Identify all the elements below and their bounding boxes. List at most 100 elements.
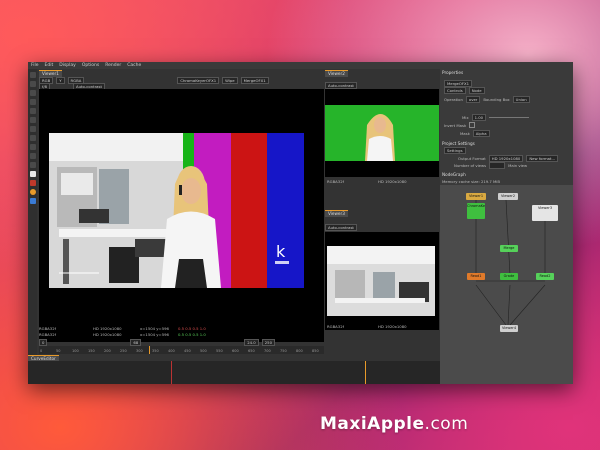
- viewer3-controls: Auto-contrast: [325, 223, 357, 231]
- other-tool-icon[interactable]: [29, 162, 36, 168]
- node-read1[interactable]: Read1: [467, 273, 485, 280]
- menu-display[interactable]: Display: [59, 62, 76, 69]
- transform-tool-icon[interactable]: [29, 144, 36, 150]
- watermark-tld: .com: [424, 414, 469, 434]
- node-chromakey[interactable]: ChromaKey: [467, 203, 485, 219]
- operation-row: Operation over Bounding Box Union: [444, 95, 530, 103]
- curve-editor-panel[interactable]: [28, 361, 440, 384]
- ruler-label: 350: [152, 349, 159, 353]
- viewer2-format: RGBA32f: [327, 179, 344, 184]
- tab-viewer3[interactable]: Viewer3: [325, 210, 348, 217]
- ruler-label: 450: [184, 349, 191, 353]
- ruler-label: 100: [72, 349, 79, 353]
- views-field[interactable]: [489, 161, 506, 169]
- node-read2[interactable]: Read2: [536, 273, 554, 280]
- right-panel: Properties MergeOFX1 Controls Node Opera…: [440, 69, 573, 384]
- paint-tool-icon[interactable]: [29, 81, 36, 87]
- viewer1-res-bottom: HD 1920x1080: [93, 332, 122, 337]
- ruler-label: 750: [280, 349, 287, 353]
- mix-field[interactable]: 1.00: [471, 113, 487, 121]
- ruler-label: 400: [168, 349, 175, 353]
- menu-options[interactable]: Options: [82, 62, 99, 69]
- invert-mask-checkbox[interactable]: [469, 122, 476, 128]
- viewer2-controls: Auto-contrast: [325, 81, 357, 89]
- operation-select[interactable]: over: [465, 95, 481, 103]
- channel-tool-icon[interactable]: [29, 99, 36, 105]
- filter-tool-icon[interactable]: [29, 117, 36, 123]
- viewer1-input-b[interactable]: MergeOFX1: [240, 76, 269, 84]
- viewer2-canvas[interactable]: [325, 89, 439, 177]
- viewer1-coords-bottom: x=1504 y=596: [140, 332, 169, 337]
- viewer1-coords-top: x=1504 y=596: [140, 326, 169, 331]
- menu-edit[interactable]: Edit: [45, 62, 54, 69]
- keyer-tool-icon[interactable]: [29, 126, 36, 132]
- views-row: Number of views Main view: [444, 161, 528, 169]
- menu-render[interactable]: Render: [105, 62, 121, 69]
- tab-controls[interactable]: Controls: [444, 86, 466, 94]
- menu-file[interactable]: File: [31, 62, 39, 69]
- openfx-tool-icon[interactable]: [29, 189, 36, 195]
- viewer1-wipe-select[interactable]: Wipe: [222, 76, 238, 84]
- bbox-select[interactable]: Union: [512, 95, 530, 103]
- viewer3-canvas[interactable]: [325, 232, 439, 330]
- viewer1-info-top: RGBA32f: [39, 326, 56, 331]
- menu-cache[interactable]: Cache: [127, 62, 141, 69]
- viewer1-pixel-bottom: 0.5 0.5 0.5 1.0: [178, 332, 206, 337]
- node-grade[interactable]: Grade: [500, 273, 518, 280]
- tab-node[interactable]: Node: [468, 86, 485, 94]
- merge-tool-icon[interactable]: [29, 135, 36, 141]
- tab-viewer2[interactable]: Viewer2: [325, 70, 348, 77]
- viewer1-input-a[interactable]: ChromaKeyerOFX1: [177, 76, 220, 84]
- mask-label: Mask: [460, 130, 470, 136]
- views-tool-icon[interactable]: [29, 153, 36, 159]
- main-view-label: Main view: [508, 162, 528, 168]
- viewer1-format: RGBA32f: [39, 326, 56, 331]
- node-name-field[interactable]: MergeOFX1: [444, 79, 473, 87]
- viewer2-auto-contrast[interactable]: Auto-contrast: [325, 81, 357, 89]
- plugin-tool-icon[interactable]: [29, 198, 36, 204]
- extra-tool-icon[interactable]: [29, 180, 36, 186]
- ruler-label: 800: [296, 349, 303, 353]
- ruler-label: 600: [232, 349, 239, 353]
- color-tool-icon[interactable]: [29, 108, 36, 114]
- node-viewer3[interactable]: Viewer3: [532, 205, 558, 221]
- invert-mask-label: Invert Mask: [444, 122, 467, 128]
- node-viewer4[interactable]: Viewer4: [500, 325, 518, 332]
- main-timeline[interactable]: 0 50 100 150 200 250 300 350 400 450 500…: [39, 346, 324, 354]
- mask-select[interactable]: Alpha: [472, 129, 490, 137]
- time-tool-icon[interactable]: [29, 90, 36, 96]
- menu-bar: File Edit Display Options Render Cache: [28, 62, 573, 69]
- nodegraph-canvas[interactable]: Viewer1 Viewer2 Viewer3 ChromaKey Merge …: [440, 185, 573, 384]
- properties-title: Properties: [442, 70, 464, 75]
- node-viewer2[interactable]: Viewer2: [498, 193, 518, 200]
- viewer2-image: [325, 105, 439, 161]
- ruler-label: 150: [88, 349, 95, 353]
- node-viewer1[interactable]: Viewer1: [466, 193, 486, 200]
- new-format-button[interactable]: New format...: [526, 154, 559, 162]
- fps-field[interactable]: 24.0: [244, 338, 259, 346]
- viewer2-res: HD 1920x1080: [378, 179, 407, 184]
- ruler-label: 300: [136, 349, 143, 353]
- ruler-label: 700: [264, 349, 271, 353]
- viewer1-canvas[interactable]: k: [39, 89, 324, 342]
- gmic-tool-icon[interactable]: [29, 171, 36, 177]
- properties-tabs: Controls Node: [444, 86, 485, 94]
- viewer1-res-top: HD 1920x1080: [93, 326, 122, 331]
- mix-label: Mix: [462, 114, 469, 120]
- tab-settings[interactable]: Settings: [444, 146, 466, 154]
- ruler-label: 550: [216, 349, 223, 353]
- node-merge[interactable]: Merge: [500, 245, 518, 252]
- mix-slider[interactable]: [489, 116, 530, 118]
- svg-text:k: k: [276, 242, 286, 261]
- image-tool-icon[interactable]: [29, 72, 36, 78]
- tools-toolbar: [28, 69, 37, 384]
- frame-start-field[interactable]: 0: [39, 338, 48, 346]
- bbox-label: Bounding Box: [483, 96, 510, 102]
- current-frame-field[interactable]: 68: [130, 338, 142, 346]
- playhead-marker[interactable]: [149, 346, 150, 354]
- output-format-select[interactable]: HD 1920x1080: [488, 154, 524, 162]
- mask-row: Mask Alpha: [444, 129, 490, 137]
- frame-end-field[interactable]: 250: [261, 338, 275, 346]
- ruler-label: 650: [248, 349, 255, 353]
- viewer3-auto-contrast[interactable]: Auto-contrast: [325, 223, 357, 231]
